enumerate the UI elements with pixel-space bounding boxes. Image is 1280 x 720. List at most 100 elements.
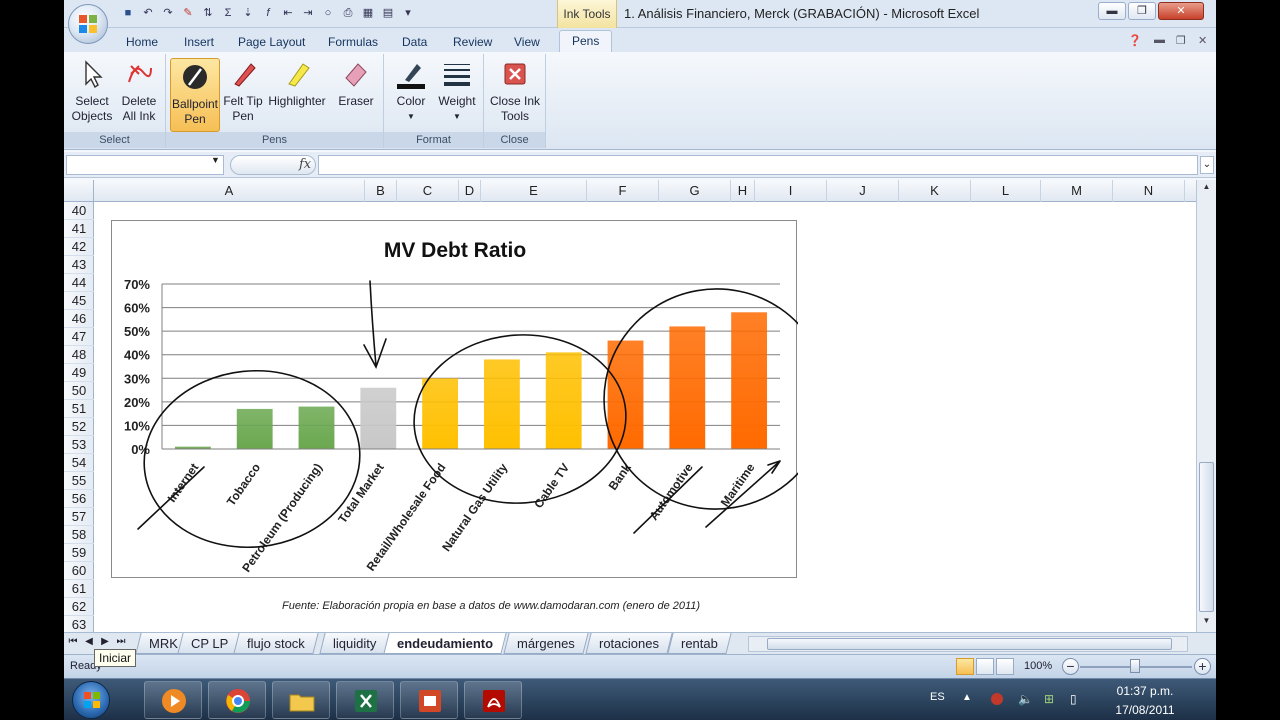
column-header-g[interactable]: G <box>659 180 731 202</box>
ribbon-minimize-icon[interactable]: ▬ <box>1154 34 1165 46</box>
undo-icon[interactable]: ↶ <box>140 5 156 21</box>
tab-pens[interactable]: Pens <box>559 30 613 52</box>
row-header[interactable]: 62 <box>64 598 94 616</box>
sort-icon[interactable]: ⇅ <box>200 5 216 21</box>
horizontal-scroll-thumb[interactable] <box>767 638 1172 650</box>
tab-data[interactable]: Data <box>402 32 427 52</box>
formula-input[interactable] <box>318 155 1198 175</box>
row-header[interactable]: 59 <box>64 544 94 562</box>
row-header[interactable]: 53 <box>64 436 94 454</box>
name-box[interactable] <box>66 155 224 175</box>
tab-view[interactable]: View <box>514 32 540 52</box>
minimize-button[interactable]: ▬ <box>1098 2 1126 20</box>
ribbon-close-icon[interactable]: ✕ <box>1198 34 1207 47</box>
name-box-dropdown-icon[interactable]: ▼ <box>211 155 220 165</box>
felt-tip-pen-button[interactable]: Felt Tip Pen <box>222 58 264 124</box>
circle-icon[interactable]: ○ <box>320 5 336 21</box>
clock-date[interactable]: 17/08/2011 <box>1110 703 1180 717</box>
delete-all-ink-button[interactable]: Delete All Ink <box>116 58 162 124</box>
column-header-n[interactable]: N <box>1113 180 1185 202</box>
arrow-left-icon[interactable]: ⇤ <box>280 5 296 21</box>
sort-asc-icon[interactable]: ⇣ <box>240 5 256 21</box>
sheet-tab-rotaciones[interactable]: rotaciones <box>585 633 673 654</box>
zoom-out-button[interactable]: − <box>1062 658 1079 675</box>
row-header[interactable]: 42 <box>64 238 94 256</box>
row-header[interactable]: 49 <box>64 364 94 382</box>
vertical-scroll-thumb[interactable] <box>1199 462 1214 612</box>
normal-view-button[interactable] <box>956 658 974 675</box>
column-header-j[interactable]: J <box>827 180 899 202</box>
row-header[interactable]: 61 <box>64 580 94 598</box>
row-header[interactable]: 47 <box>64 328 94 346</box>
help-icon[interactable]: ❓ <box>1128 34 1142 47</box>
row-header[interactable]: 50 <box>64 382 94 400</box>
row-header[interactable]: 52 <box>64 418 94 436</box>
select-all-corner[interactable] <box>64 180 94 202</box>
sheet-tab-endeudamiento[interactable]: endeudamiento <box>383 633 507 654</box>
zoom-level[interactable]: 100% <box>1024 660 1052 672</box>
draw-icon[interactable]: ✎ <box>180 5 196 21</box>
sheet-tab-flujo-stock[interactable]: flujo stock <box>233 633 319 654</box>
column-header-f[interactable]: F <box>587 180 659 202</box>
taskbar-media-player[interactable] <box>144 681 202 719</box>
ballpoint-pen-button[interactable]: Ballpoint Pen <box>170 58 220 132</box>
power-icon[interactable]: ▯ <box>1070 692 1084 706</box>
row-header[interactable]: 40 <box>64 202 94 220</box>
column-header-k[interactable]: K <box>899 180 971 202</box>
next-sheet-icon[interactable]: ▶ <box>98 636 112 647</box>
taskbar-powerpoint[interactable] <box>400 681 458 719</box>
last-sheet-icon[interactable]: ⏭ <box>114 636 128 647</box>
page-icon[interactable]: ▤ <box>380 5 396 21</box>
column-header-e[interactable]: E <box>481 180 587 202</box>
record-icon[interactable] <box>990 692 1004 706</box>
start-button[interactable] <box>72 681 110 719</box>
eraser-button[interactable]: Eraser <box>332 58 380 109</box>
clock-time[interactable]: 01:37 p.m. <box>1110 684 1180 698</box>
vertical-scrollbar[interactable]: ▲ ▼ <box>1196 180 1216 632</box>
tab-home[interactable]: Home <box>126 32 158 52</box>
highlighter-button[interactable]: Highlighter <box>266 58 328 109</box>
close-ink-tools-button[interactable]: Close Ink Tools <box>488 58 542 124</box>
row-header[interactable]: 54 <box>64 454 94 472</box>
insert-function-button[interactable]: fx <box>299 157 311 172</box>
volume-icon[interactable]: 🔈 <box>1018 692 1033 706</box>
row-header[interactable]: 60 <box>64 562 94 580</box>
show-hidden-icons-icon[interactable]: ▲ <box>962 692 976 706</box>
expand-formula-bar-button[interactable]: ⌄ <box>1200 156 1214 174</box>
row-header[interactable]: 43 <box>64 256 94 274</box>
row-header[interactable]: 51 <box>64 400 94 418</box>
row-header[interactable]: 55 <box>64 472 94 490</box>
maximize-button[interactable]: ❐ <box>1128 2 1156 20</box>
print-preview-icon[interactable]: ⎙ <box>340 5 356 21</box>
office-button[interactable] <box>68 4 108 44</box>
prev-sheet-icon[interactable]: ◀ <box>82 636 96 647</box>
row-header[interactable]: 56 <box>64 490 94 508</box>
row-header[interactable]: 57 <box>64 508 94 526</box>
tab-insert[interactable]: Insert <box>184 32 214 52</box>
taskbar-excel[interactable] <box>336 681 394 719</box>
taskbar-acrobat[interactable] <box>464 681 522 719</box>
column-header-a[interactable]: A <box>94 180 365 202</box>
taskbar-chrome[interactable] <box>208 681 266 719</box>
scroll-up-icon[interactable]: ▲ <box>1199 182 1214 196</box>
scroll-down-icon[interactable]: ▼ <box>1199 616 1214 630</box>
row-header[interactable]: 48 <box>64 346 94 364</box>
column-header-d[interactable]: D <box>459 180 481 202</box>
column-header-i[interactable]: I <box>755 180 827 202</box>
ribbon-restore-icon[interactable]: ❐ <box>1176 34 1186 47</box>
weight-button[interactable]: Weight ▼ <box>434 58 480 124</box>
column-header-m[interactable]: M <box>1041 180 1113 202</box>
column-header-l[interactable]: L <box>971 180 1041 202</box>
row-header[interactable]: 44 <box>64 274 94 292</box>
zoom-in-button[interactable]: + <box>1194 658 1211 675</box>
column-header-h[interactable]: H <box>731 180 755 202</box>
zoom-slider-thumb[interactable] <box>1130 659 1140 673</box>
mv-debt-ratio-chart[interactable]: MV Debt Ratio 0% 10% 20% 30% 40% 50% 60% 70% Inte… <box>111 220 798 578</box>
redo-icon[interactable]: ↷ <box>160 5 176 21</box>
color-button[interactable]: Color ▼ <box>390 58 432 124</box>
grid-icon[interactable]: ▦ <box>360 5 376 21</box>
close-button[interactable]: ✕ <box>1158 2 1204 20</box>
function-icon[interactable]: f <box>260 5 276 21</box>
column-header-c[interactable]: C <box>397 180 459 202</box>
page-break-view-button[interactable] <box>996 658 1014 675</box>
